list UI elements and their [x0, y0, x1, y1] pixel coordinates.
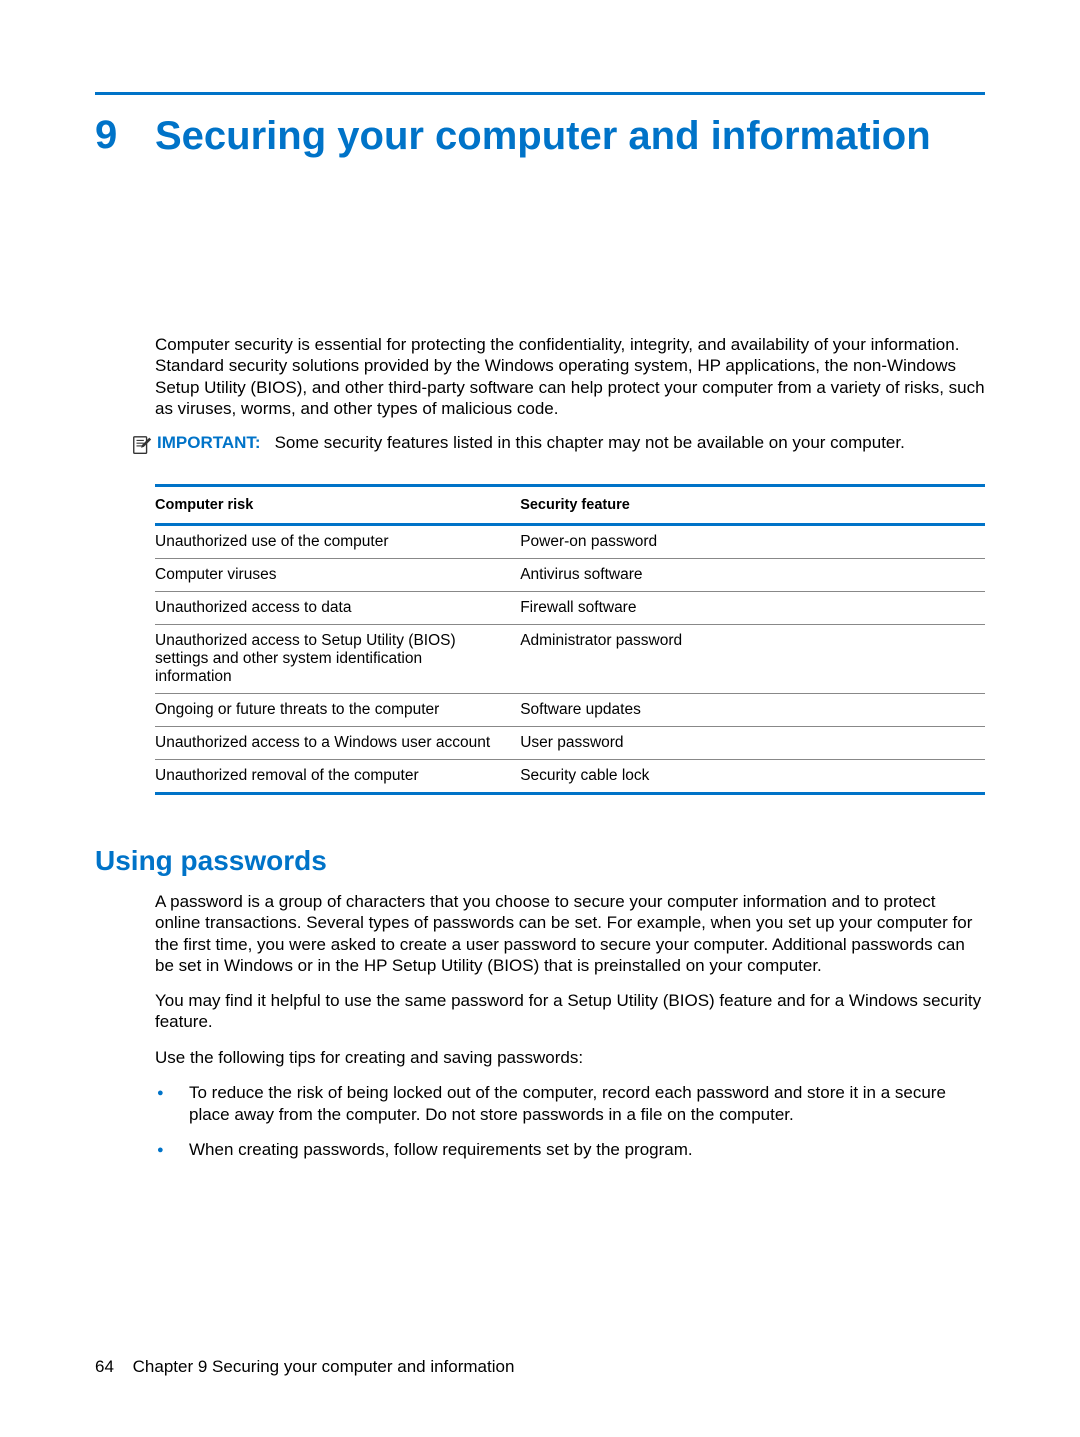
cell-feature: Security cable lock	[520, 760, 985, 794]
cell-feature: Administrator password	[520, 625, 985, 694]
cell-risk: Unauthorized use of the computer	[155, 525, 520, 559]
chapter-heading: 9 Securing your computer and information	[95, 113, 985, 159]
table-row: Ongoing or future threats to the compute…	[155, 694, 985, 727]
cell-risk: Unauthorized access to data	[155, 592, 520, 625]
important-note: IMPORTANT: Some security features listed…	[131, 433, 985, 456]
intro-paragraph: Computer security is essential for prote…	[155, 334, 985, 419]
important-label: IMPORTANT:	[157, 433, 261, 453]
footer-label: Chapter 9 Securing your computer and inf…	[133, 1357, 515, 1376]
table-header-row: Computer risk Security feature	[155, 486, 985, 525]
cell-risk: Unauthorized access to a Windows user ac…	[155, 727, 520, 760]
section-heading-passwords: Using passwords	[95, 845, 985, 877]
cell-feature: User password	[520, 727, 985, 760]
cell-risk: Unauthorized access to Setup Utility (BI…	[155, 625, 520, 694]
table-row: Computer viruses Antivirus software	[155, 559, 985, 592]
header-feature: Security feature	[520, 486, 985, 525]
passwords-p3: Use the following tips for creating and …	[155, 1047, 985, 1068]
table-row: Unauthorized removal of the computer Sec…	[155, 760, 985, 794]
cell-feature: Firewall software	[520, 592, 985, 625]
table-row: Unauthorized access to Setup Utility (BI…	[155, 625, 985, 694]
security-table: Computer risk Security feature Unauthori…	[155, 484, 985, 795]
table-row: Unauthorized access to a Windows user ac…	[155, 727, 985, 760]
table-row: Unauthorized use of the computer Power-o…	[155, 525, 985, 559]
chapter-title: Securing your computer and information	[155, 113, 931, 159]
top-rule	[95, 92, 985, 95]
cell-risk: Ongoing or future threats to the compute…	[155, 694, 520, 727]
cell-feature: Software updates	[520, 694, 985, 727]
list-item: To reduce the risk of being locked out o…	[155, 1082, 985, 1126]
cell-feature: Power-on password	[520, 525, 985, 559]
passwords-p2: You may find it helpful to use the same …	[155, 990, 985, 1033]
note-icon	[131, 434, 153, 456]
important-text: Some security features listed in this ch…	[275, 433, 905, 453]
cell-feature: Antivirus software	[520, 559, 985, 592]
header-risk: Computer risk	[155, 486, 520, 525]
chapter-number: 9	[95, 113, 155, 158]
page-footer: 64 Chapter 9 Securing your computer and …	[95, 1357, 514, 1377]
cell-risk: Computer viruses	[155, 559, 520, 592]
table-row: Unauthorized access to data Firewall sof…	[155, 592, 985, 625]
page-number: 64	[95, 1357, 114, 1376]
cell-risk: Unauthorized removal of the computer	[155, 760, 520, 794]
passwords-tips-list: To reduce the risk of being locked out o…	[155, 1082, 985, 1161]
list-item: When creating passwords, follow requirem…	[155, 1139, 985, 1161]
passwords-p1: A password is a group of characters that…	[155, 891, 985, 976]
